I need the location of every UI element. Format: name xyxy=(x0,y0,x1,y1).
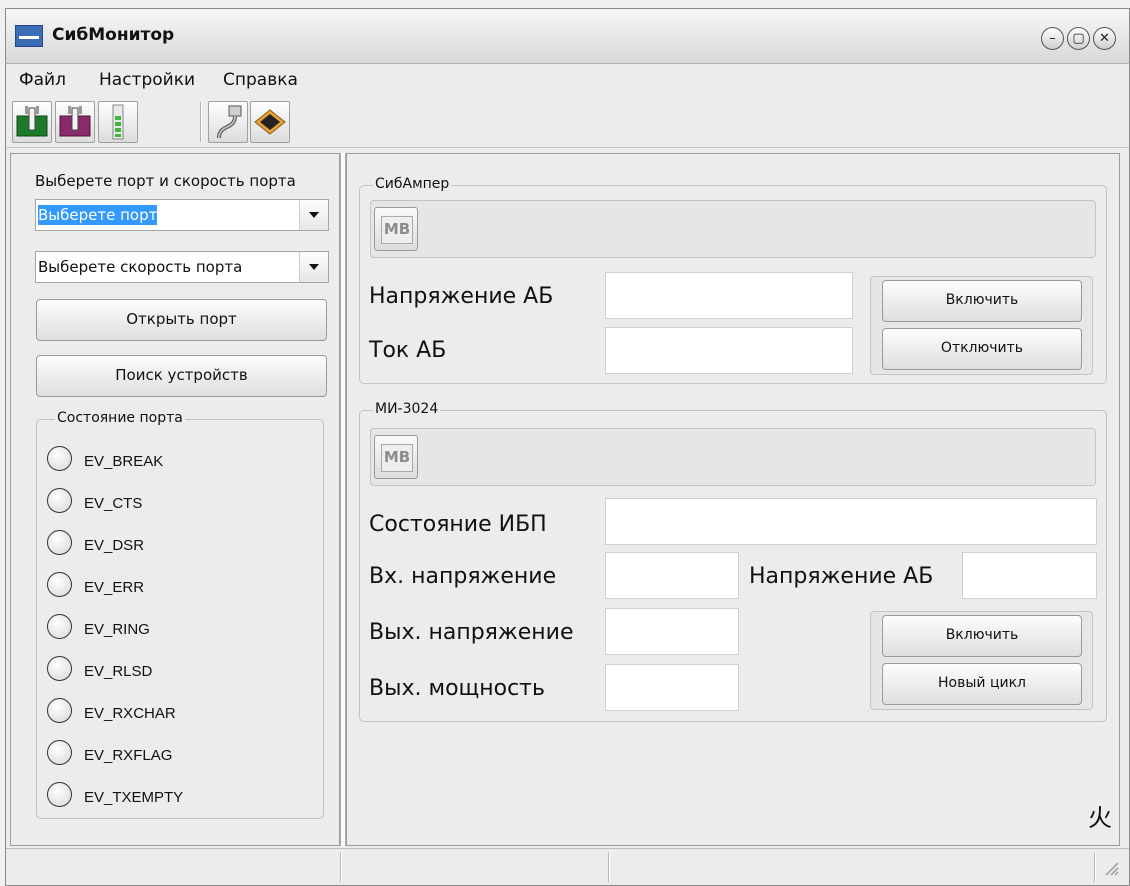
ev-err-label: EV_ERR xyxy=(84,579,145,596)
chevron-down-icon[interactable] xyxy=(299,200,328,230)
battery-button[interactable] xyxy=(98,101,138,143)
ev-dsr-led-icon xyxy=(47,530,72,555)
status-divider xyxy=(340,852,342,882)
battery-icon xyxy=(112,104,124,140)
sibamper-mb-button[interactable]: MB xyxy=(374,207,418,251)
in-voltage-field[interactable] xyxy=(605,552,739,599)
mi3024-on-button[interactable]: Включить xyxy=(882,615,1082,657)
speed-combo-value: Выберете скорость порта xyxy=(38,258,243,276)
mb-icon: MB xyxy=(381,216,413,244)
serial-port-button[interactable] xyxy=(208,101,248,143)
port-combo-value: Выберете порт xyxy=(38,205,158,225)
status-divider xyxy=(1094,852,1096,882)
chip-icon xyxy=(254,109,286,135)
ups-state-label: Состояние ИБП xyxy=(369,512,547,537)
ev-txempty-label: EV_TXEMPTY xyxy=(84,789,184,806)
plug-green-icon xyxy=(16,106,48,137)
ev-txempty-led-icon xyxy=(47,782,72,807)
chevron-down-icon[interactable] xyxy=(299,252,328,282)
sibamper-off-button[interactable]: Отключить xyxy=(882,328,1082,370)
ev-ring-label: EV_RING xyxy=(84,621,150,638)
toolbar xyxy=(6,96,1129,148)
toolbar-separator xyxy=(200,102,202,142)
port-heading: Выберете порт и скорость порта xyxy=(35,172,296,190)
ups-state-field[interactable] xyxy=(605,498,1097,545)
sibamper-title: СибАмпер xyxy=(373,175,452,193)
mi-battery-voltage-label: Напряжение АБ xyxy=(749,564,934,589)
ev-ring-led-icon xyxy=(47,614,72,639)
serial-cable-icon xyxy=(217,105,242,139)
mi3024-mb-button[interactable]: MB xyxy=(374,435,418,479)
port-state-title: Состояние порта xyxy=(55,409,185,427)
out-voltage-label: Вых. напряжение xyxy=(369,620,574,645)
plug-purple-icon xyxy=(59,106,91,137)
corner-glyph-icon: ⽕ xyxy=(1088,804,1112,832)
sibamper-on-button[interactable]: Включить xyxy=(882,280,1082,322)
ev-cts-led-icon xyxy=(47,488,72,513)
out-voltage-field[interactable] xyxy=(605,608,739,655)
disconnect-button[interactable] xyxy=(55,101,95,143)
ev-rlsd-label: EV_RLSD xyxy=(84,663,153,680)
sibamper-current-label: Ток АБ xyxy=(369,338,447,363)
mi-battery-voltage-field[interactable] xyxy=(962,552,1097,599)
ev-break-label: EV_BREAK xyxy=(84,453,164,470)
menu-help[interactable]: Справка xyxy=(223,69,298,91)
sibamper-voltage-label: Напряжение АБ xyxy=(369,284,554,309)
ev-rxchar-label: EV_RXCHAR xyxy=(84,705,176,722)
status-divider xyxy=(608,852,610,882)
device-button[interactable] xyxy=(250,101,290,143)
resize-grip-icon[interactable] xyxy=(1103,860,1119,876)
mi3024-status-strip xyxy=(370,428,1096,486)
close-button[interactable]: ✕ xyxy=(1093,27,1116,50)
menu-settings[interactable]: Настройки xyxy=(99,69,195,91)
open-port-button[interactable]: Открыть порт xyxy=(36,299,327,341)
ev-rxflag-label: EV_RXFLAG xyxy=(84,747,173,764)
mi3024-title: МИ-3024 xyxy=(373,400,441,418)
ev-dsr-label: EV_DSR xyxy=(84,537,145,554)
search-devices-button[interactable]: Поиск устройств xyxy=(36,355,327,397)
ev-err-led-icon xyxy=(47,572,72,597)
ev-cts-label: EV_CTS xyxy=(84,495,143,512)
sibamper-status-strip xyxy=(370,200,1096,258)
app-icon xyxy=(15,25,43,47)
status-bar xyxy=(6,848,1129,884)
sibamper-voltage-field[interactable] xyxy=(605,272,853,319)
ev-rxchar-led-icon xyxy=(47,698,72,723)
ev-rlsd-led-icon xyxy=(47,656,72,681)
sibamper-current-field[interactable] xyxy=(605,327,853,374)
ev-break-led-icon xyxy=(47,446,72,471)
port-combo[interactable]: Выберете порт xyxy=(35,199,329,231)
speed-combo[interactable]: Выберете скорость порта xyxy=(35,251,329,283)
mb-icon: MB xyxy=(381,444,413,472)
minimize-button[interactable]: – xyxy=(1041,27,1064,50)
maximize-button[interactable]: ▢ xyxy=(1067,27,1090,50)
window-title: СибМонитор xyxy=(52,25,175,45)
menu-file[interactable]: Файл xyxy=(19,69,66,91)
out-power-label: Вых. мощность xyxy=(369,676,545,701)
port-state-group xyxy=(36,419,324,819)
ev-rxflag-led-icon xyxy=(47,740,72,765)
new-cycle-button[interactable]: Новый цикл xyxy=(882,663,1082,705)
in-voltage-label: Вх. напряжение xyxy=(369,564,557,589)
connect-button[interactable] xyxy=(12,101,52,143)
out-power-field[interactable] xyxy=(605,664,739,711)
